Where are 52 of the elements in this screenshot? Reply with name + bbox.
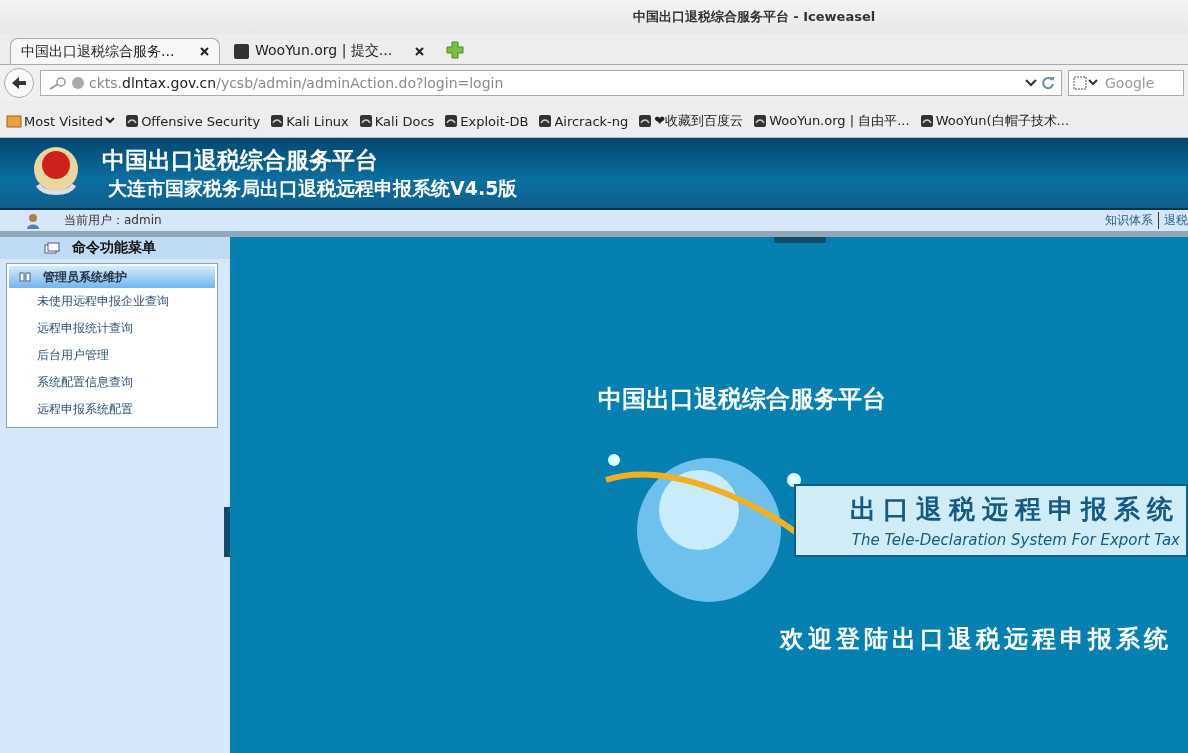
- close-icon[interactable]: [200, 47, 209, 56]
- bookmark-favicon-icon: [444, 114, 459, 128]
- bookmark-item[interactable]: Kali Docs: [358, 113, 435, 129]
- menu-item[interactable]: 远程申报统计查询: [9, 315, 215, 342]
- bookmark-favicon-icon: [753, 114, 768, 128]
- bookmark-item[interactable]: Exploit-DB: [444, 113, 529, 129]
- browser-tab[interactable]: WooYun.org | 提交...: [224, 38, 434, 64]
- book-icon: [19, 272, 31, 282]
- new-tab-icon[interactable]: [446, 41, 464, 59]
- bookmark-favicon-icon: [919, 114, 934, 128]
- banner-title: 中国出口退税综合服务平台: [102, 145, 379, 175]
- bookmark-favicon-icon: [125, 114, 140, 128]
- menu-item[interactable]: 未使用远程申报企业查询: [9, 288, 215, 315]
- welcome-text: 欢迎登陆出口退税远程申报系统: [780, 624, 1172, 655]
- bookmark-favicon-icon: [358, 114, 373, 128]
- header-link[interactable]: 退税: [1158, 212, 1188, 229]
- collapse-handle[interactable]: [224, 507, 230, 557]
- bookmark-item[interactable]: ❤收藏到百度云: [638, 112, 744, 130]
- bookmark-favicon-icon: [638, 114, 653, 128]
- caret-icon: [105, 117, 116, 125]
- search-engine-icon[interactable]: [1073, 76, 1101, 90]
- menu-item[interactable]: 远程申报系统配置: [9, 396, 215, 423]
- menu-item[interactable]: 后台用户管理: [9, 342, 215, 369]
- back-arrow-icon: [10, 75, 28, 91]
- bookmark-favicon-icon: [538, 114, 553, 128]
- header-link[interactable]: 知识体系: [1105, 212, 1153, 229]
- globe-icon: [71, 76, 85, 90]
- menu-item[interactable]: 系统配置信息查询: [9, 369, 215, 396]
- bookmark-item[interactable]: Offensive Security: [125, 113, 261, 129]
- banner-subtitle: 大连市国家税务局出口退税远程申报系统V4.5版: [108, 175, 518, 201]
- back-button[interactable]: [4, 68, 34, 98]
- close-icon[interactable]: [415, 46, 424, 56]
- collapse-handle[interactable]: [774, 237, 826, 243]
- user-icon: [26, 212, 40, 229]
- current-user-label: 当前用户：admin: [64, 212, 162, 229]
- sidebar-title: 命令功能菜单: [72, 239, 156, 257]
- system-name-english: The Tele-Declaration System For Export Tax: [851, 530, 1180, 549]
- dropdown-icon[interactable]: [1025, 79, 1037, 87]
- bookmark-item[interactable]: WooYun.org | 自由平...: [753, 112, 910, 130]
- bookmark-item[interactable]: Most Visited: [6, 113, 116, 129]
- bookmark-item[interactable]: WooYun(白帽子技术...: [919, 112, 1070, 130]
- bookmark-item[interactable]: Aircrack-ng: [538, 113, 629, 129]
- system-name: 出口退税远程申报系统: [850, 492, 1180, 526]
- bookmark-item[interactable]: Kali Linux: [270, 113, 349, 129]
- browser-tab[interactable]: 中国出口退税综合服务...: [10, 38, 220, 64]
- main-title: 中国出口退税综合服务平台: [598, 384, 886, 415]
- folder-icon: [6, 114, 22, 128]
- address-field[interactable]: ckts.dlntax.gov.cn/ycsb/admin/adminAction.do?login=login: [40, 70, 1062, 96]
- bookmark-favicon-icon: [270, 114, 285, 128]
- menu-group-header[interactable]: 管理员系统维护: [9, 266, 215, 288]
- window-title: 中国出口退税综合服务平台 - Iceweasel: [632, 8, 876, 26]
- window-icon: [44, 242, 60, 254]
